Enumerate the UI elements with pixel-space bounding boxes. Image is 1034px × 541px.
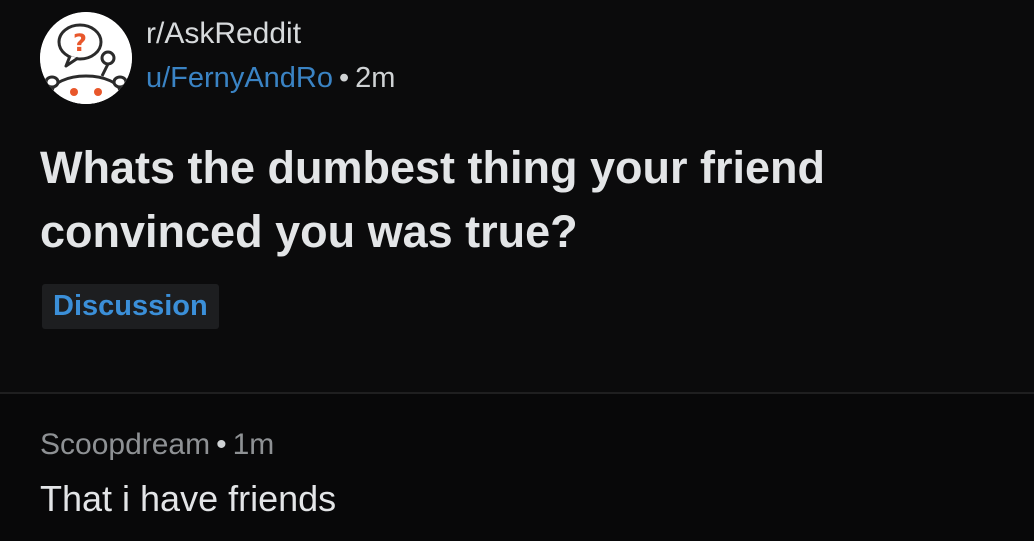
svg-text:?: ?: [73, 29, 87, 57]
subreddit-name[interactable]: r/AskReddit: [146, 17, 395, 51]
post-card[interactable]: ? r/AskReddit u/FernyAndRo • 2m Whats the …: [0, 0, 1034, 392]
comment-author[interactable]: Scoopdream: [40, 428, 210, 461]
subreddit-avatar[interactable]: ?: [40, 12, 132, 104]
comment-body: That i have friends: [40, 478, 337, 519]
comment-age: 1m: [232, 428, 275, 461]
post-author-link[interactable]: u/FernyAndRo: [146, 62, 333, 94]
post-header: ? r/AskReddit u/FernyAndRo • 2m: [40, 12, 395, 104]
reddit-question-snoo-icon: ?: [40, 12, 132, 104]
comment-separator: •: [216, 428, 227, 461]
byline-separator: •: [339, 62, 350, 94]
post-byline: u/FernyAndRo • 2m: [146, 61, 395, 95]
post-meta: r/AskReddit u/FernyAndRo • 2m: [146, 17, 395, 95]
comment-meta: Scoopdream • 1m: [40, 428, 274, 462]
comment[interactable]: Scoopdream • 1m That i have friends: [0, 394, 1034, 541]
post-age: 2m: [355, 62, 396, 94]
post-title[interactable]: Whats the dumbest thing your friend conv…: [40, 136, 1000, 264]
post-flair[interactable]: Discussion: [42, 284, 219, 329]
